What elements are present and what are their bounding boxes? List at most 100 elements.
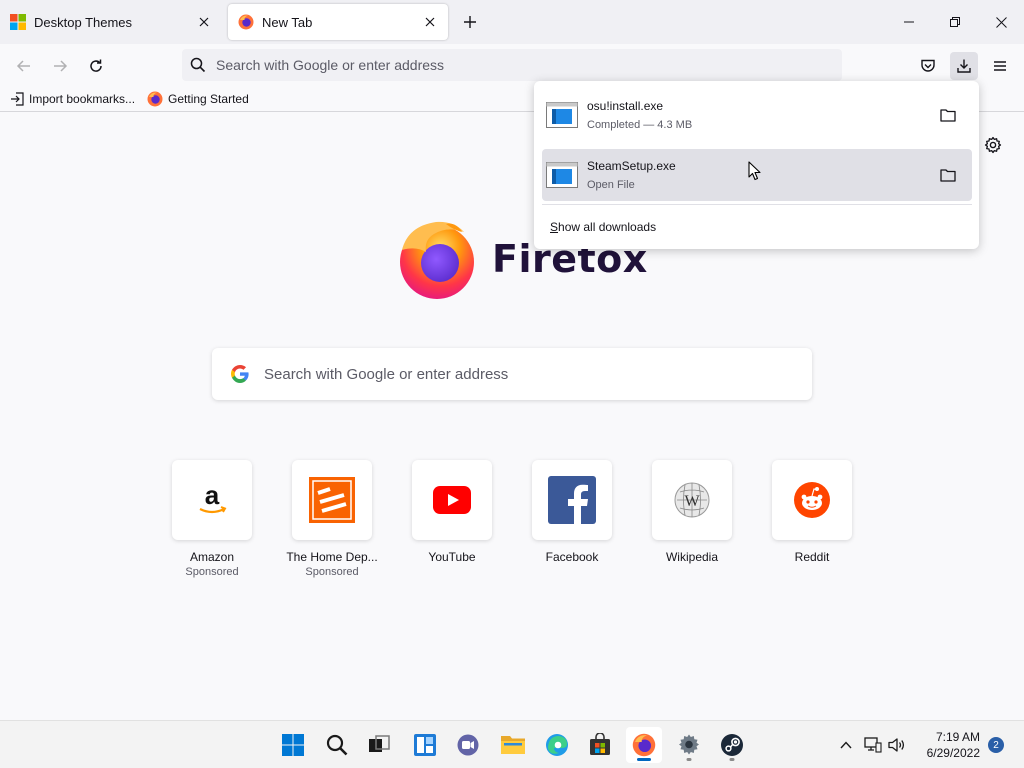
restore-icon [950, 17, 960, 27]
reddit-icon [794, 482, 830, 518]
download-status: Completed — 4.3 MB [587, 119, 693, 131]
top-site-label: The Home Dep... [286, 550, 378, 564]
volume-icon [888, 738, 905, 752]
download-icon [957, 59, 971, 73]
hamburger-menu-icon [994, 61, 1006, 71]
search-icon [190, 57, 206, 73]
edge-button[interactable] [539, 727, 575, 763]
close-window-button[interactable] [978, 0, 1024, 44]
top-sites: a Amazon Sponsored The Home Dep... Spons… [152, 460, 872, 590]
folder-icon [940, 109, 956, 122]
minimize-button[interactable] [886, 0, 932, 44]
chevron-up-icon [840, 741, 852, 749]
address-bar-placeholder: Search with Google or enter address [216, 57, 445, 73]
bookmark-import[interactable]: Import bookmarks... [10, 92, 135, 106]
download-item[interactable]: osu!install.exe Completed — 4.3 MB [542, 89, 972, 141]
top-site-tile[interactable]: a [172, 460, 252, 540]
svg-text:W: W [684, 493, 700, 510]
page-settings-button[interactable] [982, 134, 1004, 156]
top-site-amazon[interactable]: a Amazon Sponsored [152, 460, 272, 578]
forward-button[interactable] [46, 52, 74, 80]
widgets-button[interactable] [407, 727, 443, 763]
top-site-home-depot[interactable]: The Home Dep... Sponsored [272, 460, 392, 578]
firefox-icon [147, 91, 163, 106]
top-site-tile[interactable] [532, 460, 612, 540]
open-containing-folder-button[interactable] [930, 157, 966, 193]
firefox-taskbar-button[interactable] [626, 727, 662, 763]
show-all-downloads-link[interactable]: Show all downloads [550, 220, 656, 234]
pocket-button[interactable] [914, 52, 942, 80]
running-app-indicator [686, 758, 692, 761]
top-site-label: Reddit [794, 550, 830, 564]
task-view-button[interactable] [361, 727, 397, 763]
navigation-toolbar: Search with Google or enter address [0, 44, 1024, 86]
open-containing-folder-button[interactable] [930, 97, 966, 133]
top-site-tile[interactable] [292, 460, 372, 540]
settings-taskbar-button[interactable] [671, 727, 707, 763]
store-icon [590, 733, 610, 755]
taskbar-clock[interactable]: 7:19 AM 6/29/2022 [910, 729, 980, 761]
app-menu-button[interactable] [986, 52, 1014, 80]
close-icon [995, 16, 1007, 28]
new-tab-search-box[interactable]: Search with Google or enter address [212, 348, 812, 400]
google-g-icon [231, 365, 249, 383]
back-button[interactable] [10, 52, 38, 80]
network-icon [864, 737, 882, 753]
clock-time: 7:19 AM [935, 730, 980, 744]
windows-taskbar: 7:19 AM 6/29/2022 2 [0, 720, 1024, 768]
steam-taskbar-button[interactable] [714, 727, 750, 763]
bookmark-getting-started[interactable]: Getting Started [147, 91, 249, 107]
top-site-youtube[interactable]: YouTube [392, 460, 512, 564]
volume-control[interactable] [886, 733, 908, 757]
file-explorer-icon [501, 736, 525, 754]
close-tab-icon[interactable] [422, 14, 438, 30]
restore-button[interactable] [932, 0, 978, 44]
top-site-reddit[interactable]: Reddit [752, 460, 872, 564]
start-button[interactable] [275, 727, 311, 763]
firefox-logo-icon [400, 221, 474, 299]
divider [542, 204, 972, 205]
top-site-facebook[interactable]: Facebook [512, 460, 632, 564]
show-hidden-icons-button[interactable] [836, 733, 856, 757]
active-app-indicator [637, 758, 651, 761]
amazon-icon: a [199, 480, 227, 514]
bookmark-label: Getting Started [168, 91, 249, 106]
firefox-icon [632, 733, 656, 757]
gear-icon [984, 136, 1002, 154]
downloads-button[interactable] [950, 52, 978, 80]
microsoft-store-button[interactable] [582, 727, 618, 763]
executable-file-icon [546, 162, 578, 188]
new-tab-button[interactable] [458, 10, 482, 34]
pocket-icon [921, 59, 935, 72]
forward-arrow-icon [54, 60, 68, 72]
top-site-wikipedia[interactable]: W Wikipedia [632, 460, 752, 564]
close-tab-icon[interactable] [196, 14, 212, 30]
svg-text:a: a [205, 480, 220, 510]
back-arrow-icon [16, 60, 30, 72]
tab-desktop-themes[interactable]: Desktop Themes [0, 4, 222, 40]
search-placeholder: Search with Google or enter address [264, 365, 509, 383]
executable-file-icon [546, 102, 578, 128]
taskbar-search-button[interactable] [319, 727, 355, 763]
access-key-letter: S [550, 220, 559, 234]
top-site-tile[interactable] [412, 460, 492, 540]
task-view-icon [369, 735, 390, 752]
tab-new-tab[interactable]: New Tab [228, 4, 448, 40]
chat-button[interactable] [450, 727, 486, 763]
notification-badge[interactable]: 2 [988, 737, 1004, 753]
plus-icon [464, 16, 476, 28]
top-site-tile[interactable] [772, 460, 852, 540]
reload-button[interactable] [82, 52, 110, 80]
clock-date: 6/29/2022 [926, 746, 980, 760]
sponsored-label: Sponsored [305, 566, 359, 578]
wikipedia-icon: W [674, 482, 710, 518]
tab-title: New Tab [262, 14, 313, 30]
reload-icon [90, 59, 102, 72]
file-explorer-button[interactable] [495, 727, 531, 763]
firefox-icon [238, 14, 254, 30]
top-site-tile[interactable]: W [652, 460, 732, 540]
address-bar[interactable]: Search with Google or enter address [182, 49, 842, 81]
network-status[interactable] [862, 733, 884, 757]
start-icon [282, 734, 304, 756]
mouse-cursor-icon [748, 161, 761, 181]
